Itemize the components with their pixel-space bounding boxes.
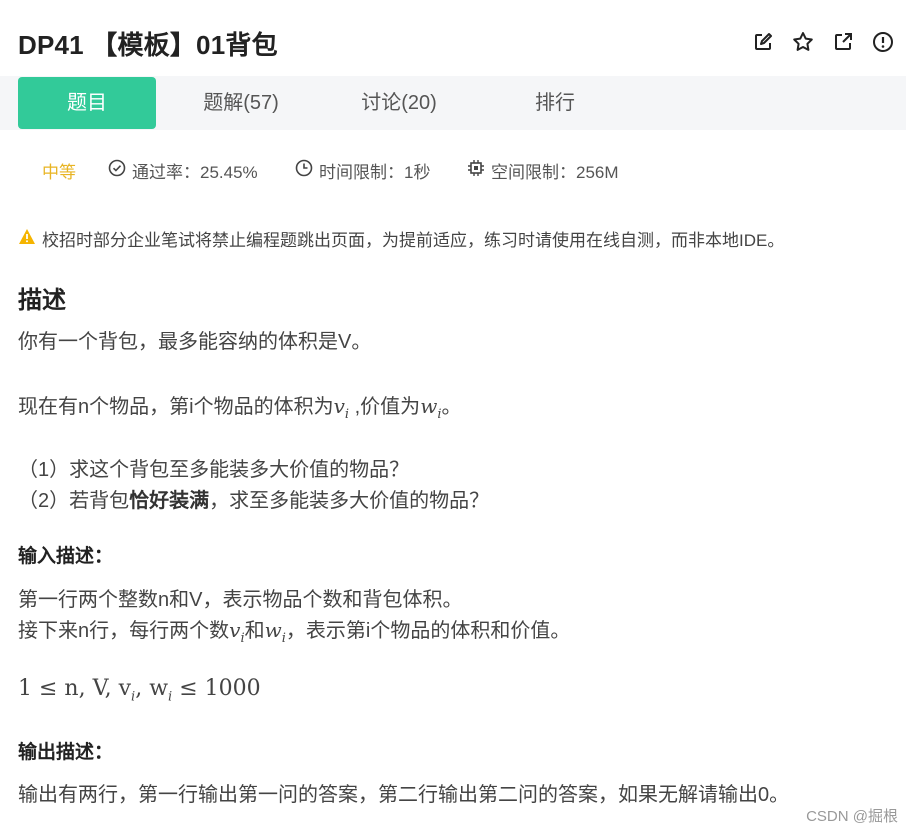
output-line-1: 输出有两行，第一行输出第一问的答案，第二行输出第二问的答案，如果无解请输出0。 bbox=[18, 784, 790, 806]
notice-text: 校招时部分企业笔试将禁止编程题跳出页面，为提前适应，练习时请使用在线自测，而非本… bbox=[42, 231, 785, 250]
math-v-i: vi bbox=[333, 394, 350, 422]
question-1: （1）求这个背包至多能装多大价值的物品？ bbox=[18, 459, 410, 481]
tab-problem[interactable]: 题目 bbox=[18, 77, 156, 129]
star-icon[interactable] bbox=[792, 31, 814, 53]
input-constraint: 1 ≤ n, V, vi, wi ≤ 1000 bbox=[18, 676, 261, 705]
external-link-icon[interactable] bbox=[832, 31, 854, 53]
emphasis-exact-fill: 恰好装满 bbox=[129, 490, 210, 512]
exam-notice: 校招时部分企业笔试将禁止编程题跳出页面，为提前适应，练习时请使用在线自测，而非本… bbox=[18, 226, 784, 251]
clock-icon bbox=[295, 159, 313, 182]
tab-bar: 题目 题解(57) 讨论(20) 排行 bbox=[0, 76, 906, 130]
problem-meta: 中等 通过率：25.45% 时间限制：1秒 空间限制：256M bbox=[0, 152, 906, 186]
chip-icon bbox=[467, 159, 485, 182]
pass-rate: 通过率：25.45% bbox=[108, 158, 258, 183]
report-icon[interactable] bbox=[872, 31, 894, 53]
description-line-1: 你有一个背包，最多能容纳的体积是V。 bbox=[18, 331, 372, 353]
tab-solutions[interactable]: 题解(57) bbox=[172, 77, 310, 129]
input-line-2: 接下来n行，每行两个数vi和wi，表示第i个物品的体积和价值。 bbox=[18, 618, 571, 646]
question-2: （2）若背包恰好装满，求至多能装多大价值的物品？ bbox=[18, 490, 490, 512]
tab-discussion[interactable]: 讨论(20) bbox=[330, 77, 468, 129]
edit-icon[interactable] bbox=[752, 31, 774, 53]
description-heading: 描述 bbox=[18, 287, 66, 314]
check-circle-icon bbox=[108, 159, 126, 182]
tab-ranking[interactable]: 排行 bbox=[486, 77, 624, 129]
warning-icon bbox=[18, 228, 36, 250]
space-limit: 空间限制：256M bbox=[467, 158, 619, 183]
header-actions bbox=[752, 31, 894, 53]
difficulty-badge: 中等 bbox=[42, 158, 76, 183]
output-heading: 输出描述： bbox=[18, 742, 114, 763]
input-heading: 输入描述： bbox=[18, 546, 114, 567]
input-line-1: 第一行两个整数n和V，表示物品个数和背包体积。 bbox=[18, 589, 463, 611]
time-limit: 时间限制：1秒 bbox=[295, 158, 430, 183]
watermark: CSDN @掘根 bbox=[806, 808, 898, 825]
page-title: DP41 【模板】01背包 bbox=[18, 30, 278, 60]
header: DP41 【模板】01背包 bbox=[0, 0, 906, 76]
math-w-i: wi bbox=[420, 394, 442, 422]
description-line-2: 现在有n个物品，第i个物品的体积为vi ,价值为wi。 bbox=[18, 394, 462, 422]
difficulty-label: 中等 bbox=[42, 163, 76, 182]
